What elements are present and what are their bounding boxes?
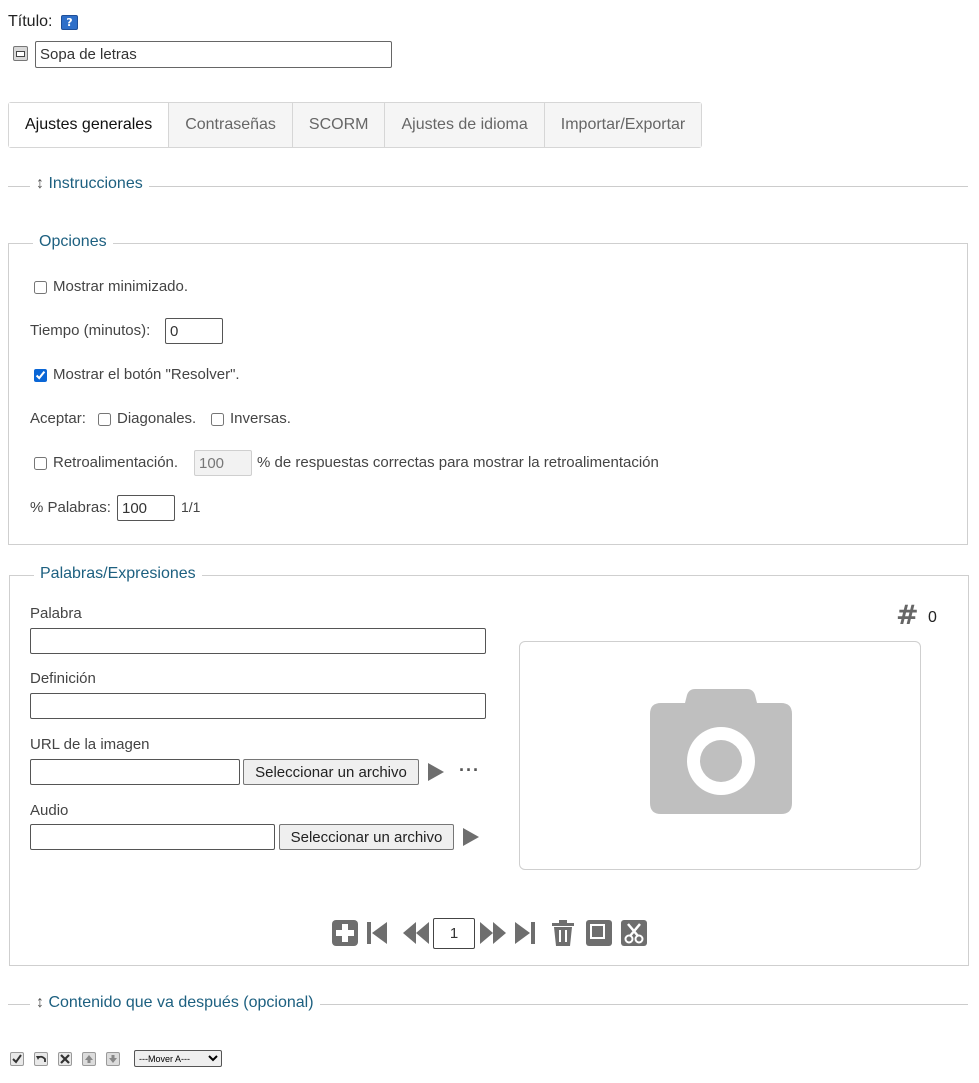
tab-passwords[interactable]: Contraseñas: [168, 103, 292, 147]
play-image-icon[interactable]: [426, 762, 446, 782]
after-content-label: Contenido que va después (opcional): [48, 994, 314, 1011]
more-options-icon[interactable]: ···: [459, 760, 480, 781]
add-icon[interactable]: [332, 920, 358, 946]
audio-select-file-button[interactable]: Seleccionar un archivo: [279, 824, 454, 850]
audio-label: Audio: [30, 802, 69, 819]
time-input[interactable]: [165, 318, 223, 344]
definition-input[interactable]: [30, 693, 486, 719]
feedback-percent-input[interactable]: [194, 450, 252, 476]
hash-icon: #: [896, 600, 919, 631]
undo-icon[interactable]: [34, 1052, 48, 1066]
feedback-checkbox[interactable]: [34, 457, 47, 470]
image-preview[interactable]: [519, 641, 921, 870]
image-url-input[interactable]: [30, 759, 240, 785]
close-icon[interactable]: [58, 1052, 72, 1066]
word-label: Palabra: [30, 605, 82, 622]
camera-icon: [649, 689, 793, 815]
play-audio-icon[interactable]: [461, 827, 481, 847]
delete-icon[interactable]: [551, 920, 575, 946]
previous-icon[interactable]: [402, 921, 430, 945]
accept-label: Aceptar:: [30, 410, 86, 427]
instructions-label: Instrucciones: [48, 175, 143, 192]
words-percent-input[interactable]: [117, 495, 175, 521]
expand-arrows-icon: ↕: [36, 994, 44, 1011]
next-icon[interactable]: [479, 921, 507, 945]
move-to-select[interactable]: ---Mover A---: [134, 1050, 222, 1067]
show-solve-label: Mostrar el botón "Resolver".: [53, 366, 240, 383]
last-icon[interactable]: [514, 921, 536, 945]
show-solve-checkbox[interactable]: [34, 369, 47, 382]
time-label: Tiempo (minutos):: [30, 322, 151, 339]
expand-arrows-icon: ↕: [36, 175, 44, 192]
feedback-suffix: % de respuestas correctas para mostrar l…: [257, 454, 659, 471]
check-icon[interactable]: [10, 1052, 24, 1066]
tab-general-settings[interactable]: Ajustes generales: [9, 103, 169, 147]
word-input[interactable]: [30, 628, 486, 654]
tab-language-settings[interactable]: Ajustes de idioma: [384, 103, 544, 147]
move-down-icon[interactable]: [106, 1052, 120, 1066]
image-select-file-button[interactable]: Seleccionar un archivo: [243, 759, 419, 785]
inverse-label: Inversas.: [230, 410, 291, 427]
first-icon[interactable]: [366, 921, 388, 945]
cut-icon[interactable]: [621, 920, 647, 946]
show-minimized-label: Mostrar minimizado.: [53, 278, 189, 295]
tab-scorm[interactable]: SCORM: [291, 103, 385, 147]
title-lang-icon[interactable]: [13, 46, 28, 61]
definition-label: Definición: [30, 670, 96, 687]
show-minimized-checkbox[interactable]: [34, 281, 47, 294]
instructions-divider: [8, 186, 968, 187]
options-legend: Opciones: [33, 233, 113, 251]
page-input[interactable]: [433, 918, 475, 949]
help-icon[interactable]: ?: [61, 15, 78, 30]
copy-icon[interactable]: [586, 920, 612, 946]
feedback-label: Retroalimentación.: [53, 454, 179, 471]
title-input[interactable]: [35, 41, 392, 68]
diagonals-checkbox[interactable]: [98, 413, 111, 426]
audio-input[interactable]: [30, 824, 275, 850]
word-count: 0: [928, 609, 937, 626]
tab-import-export[interactable]: Importar/Exportar: [543, 103, 702, 147]
move-up-icon[interactable]: [82, 1052, 96, 1066]
words-legend: Palabras/Expresiones: [34, 565, 202, 583]
words-percent-label: % Palabras:: [30, 499, 111, 516]
after-content-toggle[interactable]: ↕ Contenido que va después (opcional): [30, 994, 320, 1012]
tab-bar: Ajustes generales Contraseñas SCORM Ajus…: [8, 102, 703, 148]
diagonals-label: Diagonales.: [117, 410, 197, 427]
words-ratio: 1/1: [181, 499, 201, 515]
image-url-label: URL de la imagen: [30, 736, 150, 753]
title-label: Título:: [8, 13, 53, 30]
inverse-checkbox[interactable]: [211, 413, 224, 426]
instructions-toggle[interactable]: ↕ Instrucciones: [30, 175, 149, 193]
